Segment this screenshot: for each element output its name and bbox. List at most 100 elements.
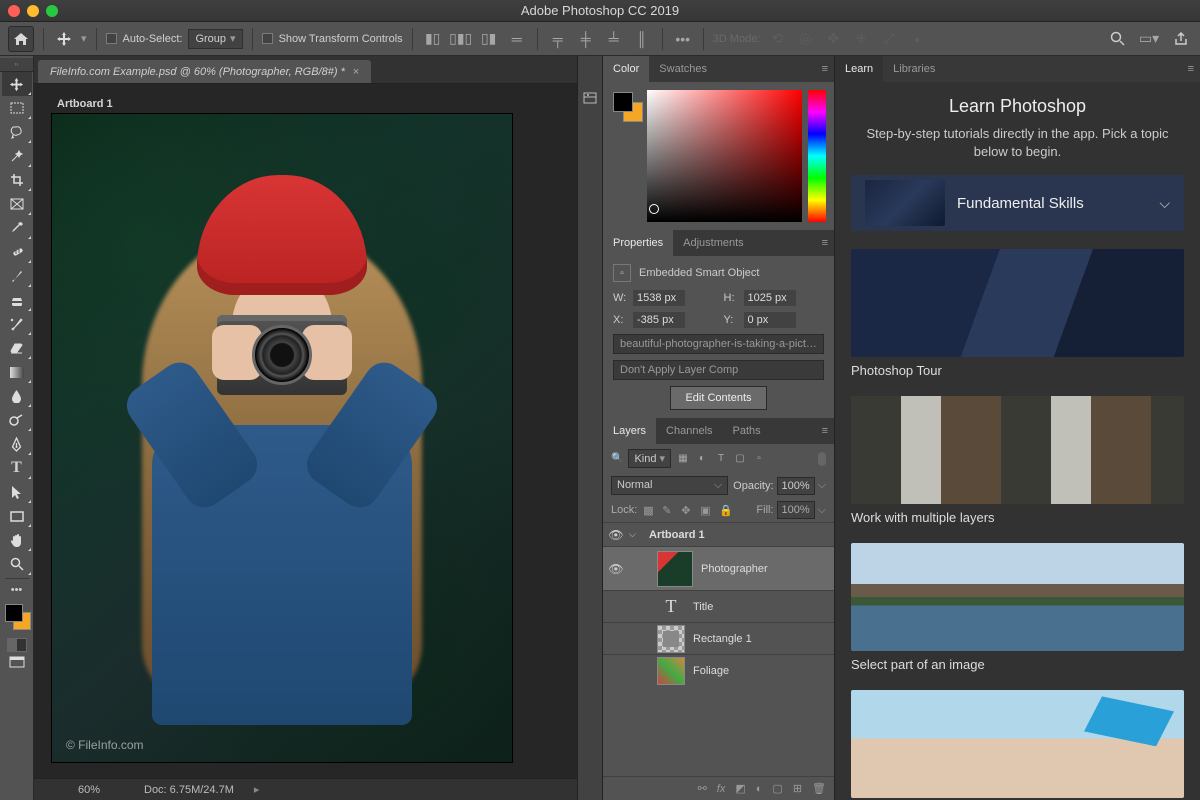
adjustments-tab[interactable]: Adjustments	[673, 230, 754, 256]
quick-mask-toggle[interactable]	[7, 638, 27, 652]
properties-panel-menu-icon[interactable]: ≡	[816, 230, 834, 256]
frame-tool[interactable]	[2, 192, 32, 216]
lock-transparency-icon[interactable]: ▩	[643, 504, 656, 517]
eraser-tool[interactable]	[2, 336, 32, 360]
link-layers-icon[interactable]: ⚯	[698, 782, 707, 795]
search-icon[interactable]	[1106, 28, 1128, 50]
document-tab[interactable]: FileInfo.com Example.psd @ 60% (Photogra…	[38, 60, 371, 83]
color-tab[interactable]: Color	[603, 56, 649, 82]
layer-thumbnail[interactable]	[657, 625, 685, 653]
adjustment-layer-icon[interactable]: ◐	[756, 783, 763, 795]
workspace-switcher-icon[interactable]: ▭▾	[1138, 28, 1160, 50]
channels-tab[interactable]: Channels	[656, 418, 722, 444]
color-swatch-pair[interactable]	[611, 90, 641, 222]
distribute-icon[interactable]: ║	[631, 28, 653, 50]
clone-stamp-tool[interactable]	[2, 288, 32, 312]
layer-photographer[interactable]: 👁 Photographer	[603, 546, 834, 590]
crop-tool[interactable]	[2, 168, 32, 192]
prop-x[interactable]: -385 px	[633, 312, 685, 328]
fundamental-skills-row[interactable]: Fundamental Skills ⌵	[851, 175, 1184, 231]
rectangle-tool[interactable]	[2, 504, 32, 528]
properties-tab[interactable]: Properties	[603, 230, 673, 256]
close-window-icon[interactable]	[8, 5, 20, 17]
healing-brush-tool[interactable]	[2, 240, 32, 264]
canvas[interactable]: Artboard 1 © FileInfo.com	[34, 84, 577, 778]
learn-tab[interactable]: Learn	[835, 56, 883, 82]
hue-slider[interactable]	[808, 90, 826, 222]
edit-contents-button[interactable]: Edit Contents	[670, 386, 766, 410]
lock-position-icon[interactable]: ✥	[681, 504, 694, 517]
layer-thumbnail[interactable]: T	[657, 593, 685, 621]
edit-toolbar-icon[interactable]: •••	[2, 581, 32, 599]
layer-group-icon[interactable]: ▢	[772, 782, 782, 795]
maximize-window-icon[interactable]	[46, 5, 58, 17]
minimize-window-icon[interactable]	[27, 5, 39, 17]
visibility-toggle[interactable]: 👁	[607, 528, 625, 542]
layers-panel-menu-icon[interactable]: ≡	[816, 418, 834, 444]
artboard[interactable]: © FileInfo.com	[52, 114, 512, 762]
layer-thumbnail[interactable]	[657, 657, 685, 685]
tutorial-layer-mask[interactable]: Use a layer mask to add an object to an …	[851, 690, 1184, 800]
layer-thumbnail[interactable]	[657, 551, 693, 587]
layer-foliage[interactable]: Foliage	[603, 654, 834, 686]
foreground-color-swatch[interactable]	[5, 604, 23, 622]
eyedropper-tool[interactable]	[2, 216, 32, 240]
layer-filter-dropdown[interactable]: Kind ▾	[628, 449, 671, 468]
lock-artboard-icon[interactable]: ▣	[700, 504, 713, 517]
dodge-tool[interactable]	[2, 408, 32, 432]
align-left-edges-icon[interactable]: ▮▯	[422, 28, 444, 50]
lock-pixels-icon[interactable]: ✎	[662, 504, 675, 517]
tutorial-photoshop-tour[interactable]: Photoshop Tour	[851, 249, 1184, 378]
libraries-tab[interactable]: Libraries	[883, 56, 945, 82]
screen-mode-icon[interactable]	[2, 652, 32, 672]
tutorial-multiple-layers[interactable]: Work with multiple layers	[851, 396, 1184, 525]
artboard-label[interactable]: Artboard 1	[57, 98, 559, 110]
layer-comp-dropdown[interactable]: Don't Apply Layer Comp	[613, 360, 824, 380]
show-transform-checkbox[interactable]	[262, 33, 273, 44]
align-right-edges-icon[interactable]: ▯▮	[478, 28, 500, 50]
move-tool[interactable]	[2, 72, 32, 96]
filter-shape-icon[interactable]: ▢	[733, 452, 747, 466]
foreground-background-swatch[interactable]	[2, 601, 32, 635]
layer-rectangle[interactable]: Rectangle 1	[603, 622, 834, 654]
auto-select-checkbox[interactable]	[106, 33, 117, 44]
color-field[interactable]	[647, 90, 802, 222]
share-icon[interactable]	[1170, 28, 1192, 50]
lasso-tool[interactable]	[2, 120, 32, 144]
hand-tool[interactable]	[2, 528, 32, 552]
align-vertical-bottom-icon[interactable]: ╧	[603, 28, 625, 50]
align-vertical-top-icon[interactable]: ╤	[547, 28, 569, 50]
filter-pixel-icon[interactable]: ▦	[676, 452, 690, 466]
pen-tool[interactable]	[2, 432, 32, 456]
layer-title[interactable]: T Title	[603, 590, 834, 622]
filter-type-icon[interactable]: T	[714, 452, 728, 466]
layers-tab[interactable]: Layers	[603, 418, 656, 444]
new-layer-icon[interactable]: ⊞	[793, 782, 802, 795]
expand-icon[interactable]: ⌵	[629, 529, 641, 540]
filter-toggle[interactable]	[818, 452, 826, 466]
path-selection-tool[interactable]	[2, 480, 32, 504]
blur-tool[interactable]	[2, 384, 32, 408]
delete-layer-icon[interactable]: 🗑	[812, 782, 826, 795]
align-vertical-center-icon[interactable]: ╪	[575, 28, 597, 50]
tutorial-select-part[interactable]: Select part of an image	[851, 543, 1184, 672]
align-horizontal-centers-icon[interactable]: ▯▮▯	[450, 28, 472, 50]
learn-panel-menu-icon[interactable]: ≡	[1182, 56, 1200, 82]
filter-smart-icon[interactable]: ▫	[752, 452, 766, 466]
layer-artboard[interactable]: 👁 ⌵ Artboard 1	[603, 522, 834, 546]
zoom-tool[interactable]	[2, 552, 32, 576]
magic-wand-tool[interactable]	[2, 144, 32, 168]
lock-all-icon[interactable]: 🔒	[719, 504, 732, 517]
zoom-level[interactable]: 60%	[54, 784, 124, 796]
history-panel-icon[interactable]	[580, 88, 600, 108]
visibility-toggle[interactable]: 👁	[607, 562, 625, 576]
prop-width[interactable]: 1538 px	[633, 290, 685, 306]
fill-field[interactable]: 100%	[777, 501, 815, 519]
doc-size-info[interactable]: Doc: 6.75M/24.7M	[144, 784, 234, 796]
home-button[interactable]	[8, 26, 34, 52]
window-traffic-lights[interactable]	[8, 5, 58, 17]
close-tab-icon[interactable]: ×	[353, 66, 359, 78]
move-tool-icon[interactable]	[53, 28, 75, 50]
marquee-tool[interactable]	[2, 96, 32, 120]
gradient-tool[interactable]	[2, 360, 32, 384]
